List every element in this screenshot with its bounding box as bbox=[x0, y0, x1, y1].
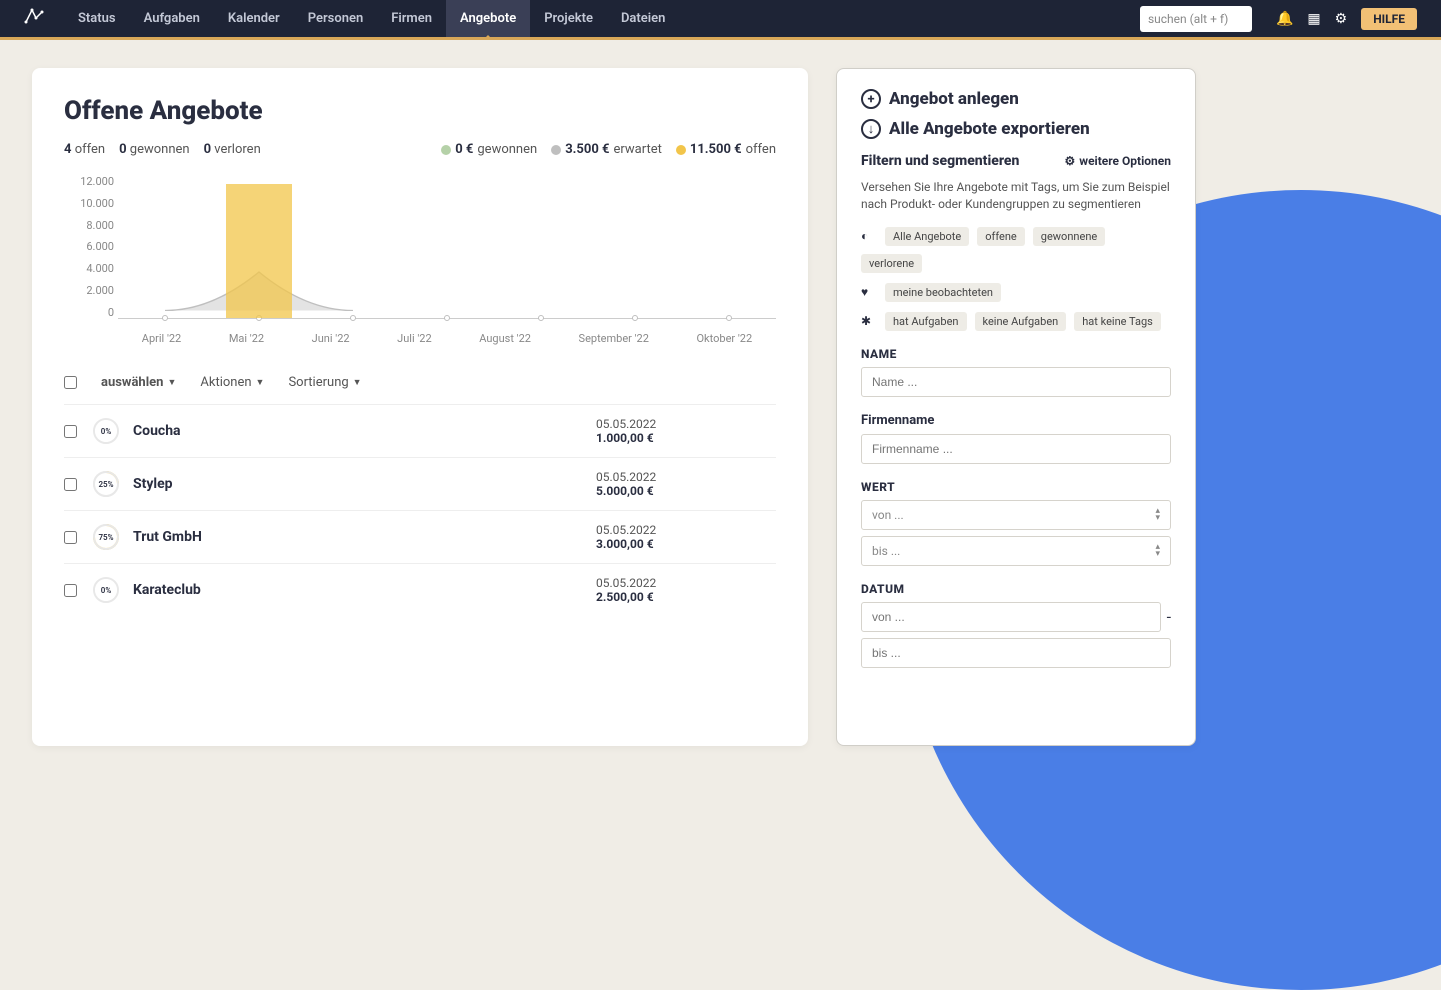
value-to-input[interactable]: bis ...▴▾ bbox=[861, 536, 1171, 566]
row-meta: 05.05.20223.000,00 € bbox=[596, 523, 776, 551]
filter-tag[interactable]: gewonnene bbox=[1033, 227, 1105, 246]
nav-item-aufgaben[interactable]: Aufgaben bbox=[130, 0, 214, 37]
more-options-button[interactable]: ⚙ weitere Optionen bbox=[1065, 154, 1172, 168]
company-input[interactable] bbox=[861, 434, 1171, 464]
actions-dropdown[interactable]: Aktionen ▼ bbox=[200, 375, 264, 390]
bell-icon[interactable]: 🔔 bbox=[1276, 11, 1293, 27]
sliders-icon: ⚙ bbox=[1065, 154, 1076, 168]
side-panel: + Angebot anlegen ↓ Alle Angebote export… bbox=[836, 68, 1196, 746]
row-checkbox[interactable] bbox=[64, 425, 77, 438]
nav-item-dateien[interactable]: Dateien bbox=[607, 0, 679, 37]
date-dash: - bbox=[1167, 607, 1171, 626]
grid-icon[interactable]: ▦ bbox=[1307, 11, 1320, 27]
download-icon: ↓ bbox=[861, 119, 881, 139]
filter-tag[interactable]: verlorene bbox=[861, 254, 922, 273]
row-meta: 05.05.20222.500,00 € bbox=[596, 576, 776, 604]
tag-group-icon: ✱ bbox=[861, 314, 877, 328]
progress-ring: 0% bbox=[93, 418, 119, 444]
tag-group-icon: ◐ bbox=[861, 229, 877, 243]
row-checkbox[interactable] bbox=[64, 531, 77, 544]
page-title: Offene Angebote bbox=[64, 96, 776, 126]
create-offer-button[interactable]: + Angebot anlegen bbox=[861, 89, 1171, 109]
name-label: NAME bbox=[861, 347, 1171, 361]
tag-group-icon: ♥ bbox=[861, 285, 877, 299]
nav-item-firmen[interactable]: Firmen bbox=[377, 0, 446, 37]
filter-title: Filtern und segmentieren bbox=[861, 153, 1019, 169]
progress-ring: 0% bbox=[93, 577, 119, 603]
filter-description: Versehen Sie Ihre Angebote mit Tags, um … bbox=[861, 179, 1171, 213]
search-input[interactable]: suchen (alt + f) bbox=[1140, 6, 1252, 32]
tag-row: ♥ meine beobachteten bbox=[861, 283, 1171, 302]
table-row[interactable]: 75% Trut GmbH 05.05.20223.000,00 € bbox=[64, 510, 776, 563]
nav-item-angebote[interactable]: Angebote bbox=[446, 0, 530, 37]
progress-ring: 75% bbox=[93, 524, 119, 550]
legend-expected: 3.500 € erwartet bbox=[551, 142, 662, 157]
filter-tag[interactable]: hat keine Tags bbox=[1074, 312, 1161, 331]
nav-item-personen[interactable]: Personen bbox=[294, 0, 378, 37]
export-offers-button[interactable]: ↓ Alle Angebote exportieren bbox=[861, 119, 1171, 139]
date-from-input[interactable] bbox=[861, 602, 1161, 632]
table-row[interactable]: 25% Stylep 05.05.20225.000,00 € bbox=[64, 457, 776, 510]
progress-ring: 25% bbox=[93, 471, 119, 497]
date-label: DATUM bbox=[861, 582, 1171, 596]
stat-won: 0 gewonnen bbox=[119, 142, 190, 157]
nav-item-projekte[interactable]: Projekte bbox=[530, 0, 607, 37]
filter-tag[interactable]: hat Aufgaben bbox=[885, 312, 967, 331]
plus-icon: + bbox=[861, 89, 881, 109]
row-name: Coucha bbox=[133, 423, 596, 439]
tag-row: ✱ hat Aufgaben keine Aufgaben hat keine Tag… bbox=[861, 312, 1171, 331]
company-label: Firmenname bbox=[861, 413, 1171, 428]
main-panel: Offene Angebote 4 offen 0 gewonnen 0 ver… bbox=[32, 68, 808, 746]
filter-tag[interactable]: Alle Angebote bbox=[885, 227, 969, 246]
filter-tag[interactable]: offene bbox=[977, 227, 1025, 246]
row-meta: 05.05.20225.000,00 € bbox=[596, 470, 776, 498]
row-name: Trut GmbH bbox=[133, 529, 596, 545]
gear-icon[interactable]: ⚙ bbox=[1335, 11, 1348, 27]
row-checkbox[interactable] bbox=[64, 584, 77, 597]
topbar: StatusAufgabenKalenderPersonenFirmenAnge… bbox=[0, 0, 1441, 40]
filter-tag[interactable]: keine Aufgaben bbox=[975, 312, 1067, 331]
logo-icon bbox=[24, 6, 44, 31]
main-nav: StatusAufgabenKalenderPersonenFirmenAnge… bbox=[64, 0, 679, 37]
table-row[interactable]: 0% Coucha 05.05.20221.000,00 € bbox=[64, 404, 776, 457]
row-meta: 05.05.20221.000,00 € bbox=[596, 417, 776, 445]
value-label: WERT bbox=[861, 480, 1171, 494]
legend-open: 11.500 € offen bbox=[676, 142, 776, 157]
legend-won: 0 € gewonnen bbox=[441, 142, 537, 157]
row-checkbox[interactable] bbox=[64, 478, 77, 491]
row-name: Stylep bbox=[133, 476, 596, 492]
name-input[interactable] bbox=[861, 367, 1171, 397]
stat-lost: 0 verloren bbox=[204, 142, 261, 157]
help-button[interactable]: HILFE bbox=[1361, 8, 1417, 30]
nav-item-kalender[interactable]: Kalender bbox=[214, 0, 294, 37]
nav-item-status[interactable]: Status bbox=[64, 0, 130, 37]
date-to-input[interactable] bbox=[861, 638, 1171, 668]
table-row[interactable]: 0% Karateclub 05.05.20222.500,00 € bbox=[64, 563, 776, 616]
select-all-checkbox[interactable] bbox=[64, 376, 77, 389]
tag-row: ◐ Alle Angebote offene gewonnene verlorene bbox=[861, 227, 1171, 273]
value-from-input[interactable]: von ...▴▾ bbox=[861, 500, 1171, 530]
sort-dropdown[interactable]: Sortierung ▼ bbox=[288, 375, 361, 390]
row-name: Karateclub bbox=[133, 582, 596, 598]
filter-tag[interactable]: meine beobachteten bbox=[885, 283, 1001, 302]
select-dropdown[interactable]: auswählen ▼ bbox=[101, 375, 176, 390]
stat-open: 4 offen bbox=[64, 142, 105, 157]
chart: 12.00010.0008.0006.0004.0002.0000 April … bbox=[64, 175, 776, 345]
